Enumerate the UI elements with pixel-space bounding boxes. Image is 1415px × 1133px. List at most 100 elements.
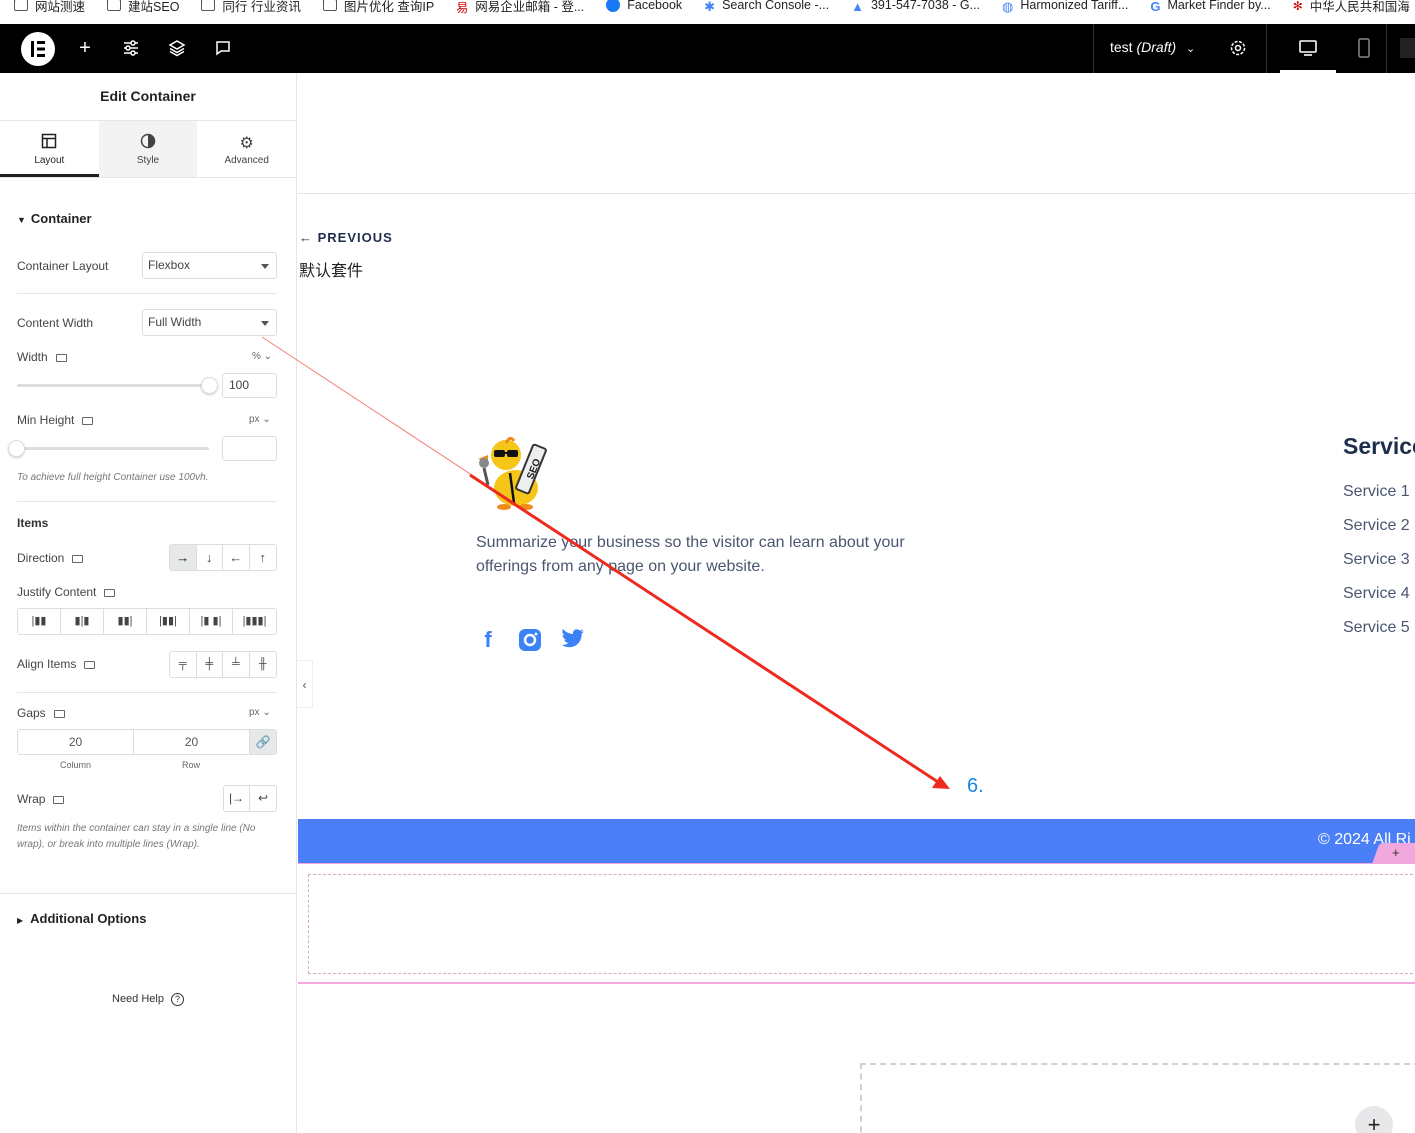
search-console-icon: ✱ bbox=[704, 0, 716, 14]
add-element-icon[interactable]: + bbox=[74, 37, 96, 59]
direction-row-arrow-right-icon[interactable]: → bbox=[170, 545, 197, 570]
folder-icon bbox=[107, 0, 122, 11]
divider bbox=[17, 501, 277, 502]
divider bbox=[0, 893, 297, 894]
gap-row-caption: Row bbox=[182, 760, 201, 770]
caret-right-icon: ▶ bbox=[17, 916, 24, 925]
service-link[interactable]: Service 1 bbox=[1343, 483, 1410, 501]
min-height-slider-track[interactable] bbox=[17, 447, 209, 450]
justify-space-around-icon[interactable]: |▮ ▮| bbox=[190, 609, 233, 634]
desktop-icon[interactable] bbox=[53, 709, 65, 718]
selected-empty-container[interactable] bbox=[298, 863, 1415, 984]
style-half-circle-icon bbox=[99, 133, 198, 153]
bookmark-item[interactable]: G Market Finder by... bbox=[1150, 0, 1270, 14]
bookmark-item[interactable]: ▲ 391-547-7038 - G... bbox=[851, 0, 980, 14]
comments-icon[interactable] bbox=[212, 37, 234, 59]
width-slider-track[interactable] bbox=[17, 384, 209, 387]
direction-column-reverse-arrow-up-icon[interactable]: ↑ bbox=[250, 545, 276, 570]
desktop-icon[interactable] bbox=[104, 588, 116, 597]
direction-row-reverse-arrow-left-icon[interactable]: ← bbox=[223, 545, 250, 570]
facebook-icon[interactable]: f bbox=[476, 628, 500, 652]
bookmark-item[interactable]: 网站测速 bbox=[14, 0, 85, 14]
gap-column-input[interactable]: 20 bbox=[18, 730, 134, 754]
direction-column-arrow-down-icon[interactable]: ↓ bbox=[197, 545, 223, 570]
bookmark-item[interactable]: ✱ Search Console -... bbox=[704, 0, 829, 14]
container-drop-zone[interactable] bbox=[308, 874, 1415, 974]
bookmark-item[interactable]: 同行 行业资讯 bbox=[201, 0, 301, 14]
google-ads-icon: ▲ bbox=[851, 0, 864, 14]
nowrap-icon[interactable]: |→ bbox=[224, 786, 251, 811]
service-link[interactable]: Service 5 bbox=[1343, 619, 1410, 637]
question-icon: ? bbox=[171, 993, 185, 1006]
divider bbox=[1266, 24, 1267, 73]
site-settings-icon[interactable] bbox=[120, 37, 142, 59]
justify-space-between-icon[interactable]: |▮▮| bbox=[147, 609, 190, 634]
width-slider-handle[interactable] bbox=[201, 377, 218, 394]
tab-layout[interactable]: Layout bbox=[0, 121, 99, 177]
folder-icon bbox=[201, 0, 216, 11]
min-height-input[interactable] bbox=[222, 436, 277, 461]
wrap-icon[interactable]: ↩ bbox=[250, 786, 276, 811]
desktop-icon[interactable] bbox=[1297, 37, 1319, 59]
tab-advanced[interactable]: ⚙ Advanced bbox=[197, 121, 296, 177]
desktop-icon[interactable] bbox=[53, 795, 65, 804]
service-link[interactable]: Service 4 bbox=[1343, 585, 1410, 603]
need-help-link[interactable]: Need Help ? bbox=[112, 993, 185, 1006]
gaps-unit-select[interactable]: px ⌄ bbox=[249, 707, 271, 718]
bookmark-item[interactable]: 易网易企业邮箱 - 登... bbox=[456, 0, 584, 15]
instagram-icon[interactable] bbox=[518, 628, 542, 652]
chevron-down-icon: ⌄ bbox=[1186, 43, 1196, 55]
bookmark-item[interactable]: Facebook bbox=[606, 0, 682, 12]
more-devices[interactable] bbox=[1400, 38, 1415, 58]
bookmark-item[interactable]: ◍ Harmonized Tariff... bbox=[1002, 0, 1128, 14]
align-end-icon[interactable]: ╧ bbox=[223, 652, 250, 677]
direction-group: → ↓ ← ↑ bbox=[169, 544, 277, 571]
container-handle[interactable]: + bbox=[1372, 843, 1415, 863]
section-additional-options-toggle[interactable]: ▶ Additional Options bbox=[17, 911, 146, 926]
mobile-icon[interactable] bbox=[1353, 37, 1375, 59]
bookmark-item[interactable]: 建站SEO bbox=[107, 0, 179, 14]
page-title[interactable]: test (Draft) ⌄ bbox=[1110, 39, 1195, 55]
folder-icon bbox=[322, 0, 337, 11]
align-stretch-icon[interactable]: ╫ bbox=[250, 652, 276, 677]
content-width-select[interactable]: Full Width bbox=[142, 309, 277, 336]
previous-post-link[interactable]: ← PREVIOUS bbox=[299, 230, 393, 245]
min-height-slider-handle[interactable] bbox=[8, 440, 25, 457]
desktop-icon[interactable] bbox=[84, 660, 96, 669]
bookmark-item[interactable]: 图片优化 查询IP bbox=[322, 0, 434, 14]
desktop-icon[interactable] bbox=[72, 554, 84, 563]
logo-duck-image: SEO bbox=[476, 433, 552, 511]
gaps-label: Gaps bbox=[17, 706, 65, 720]
page-settings-gear-icon[interactable] bbox=[1227, 37, 1249, 59]
layers-icon[interactable] bbox=[166, 37, 188, 59]
align-center-icon[interactable]: ╪ bbox=[197, 652, 223, 677]
justify-end-icon[interactable]: ▮▮| bbox=[104, 609, 147, 634]
section-container-toggle[interactable]: ▼ Container bbox=[17, 211, 92, 226]
service-link[interactable]: Service 3 bbox=[1343, 551, 1410, 569]
desktop-icon[interactable] bbox=[82, 416, 94, 425]
gap-row-input[interactable]: 20 bbox=[134, 730, 250, 754]
service-link[interactable]: Service 2 bbox=[1343, 517, 1410, 535]
justify-space-evenly-icon[interactable]: |▮▮▮| bbox=[233, 609, 276, 634]
width-unit-select[interactable]: % ⌄ bbox=[252, 351, 272, 362]
previous-post-title[interactable]: 默认套件 bbox=[299, 257, 363, 281]
container-layout-select[interactable]: Flexbox bbox=[142, 252, 277, 279]
panel-title: Edit Container bbox=[0, 73, 296, 121]
justify-start-icon[interactable]: |▮▮ bbox=[18, 609, 61, 634]
align-start-icon[interactable]: ╤ bbox=[170, 652, 197, 677]
justify-center-icon[interactable]: ▮|▮ bbox=[61, 609, 104, 634]
caret-down-icon: ▼ bbox=[17, 215, 26, 225]
add-section-dropzone[interactable] bbox=[860, 1063, 1415, 1133]
wrap-hint: Items within the container can stay in a… bbox=[17, 823, 256, 850]
link-icon[interactable]: 🔗 bbox=[250, 730, 276, 754]
bookmark-item[interactable]: ✻ 中华人民共和国海 bbox=[1293, 0, 1410, 14]
min-height-unit-select[interactable]: px ⌄ bbox=[249, 414, 271, 425]
tab-style[interactable]: Style bbox=[98, 121, 198, 177]
elementor-logo[interactable] bbox=[21, 32, 55, 66]
twitter-icon[interactable] bbox=[561, 628, 585, 652]
desktop-icon[interactable] bbox=[55, 353, 67, 362]
width-label: Width bbox=[17, 350, 67, 364]
divider bbox=[17, 293, 277, 294]
container-layout-label: Container Layout bbox=[17, 259, 109, 273]
width-input[interactable]: 100 bbox=[222, 373, 277, 398]
